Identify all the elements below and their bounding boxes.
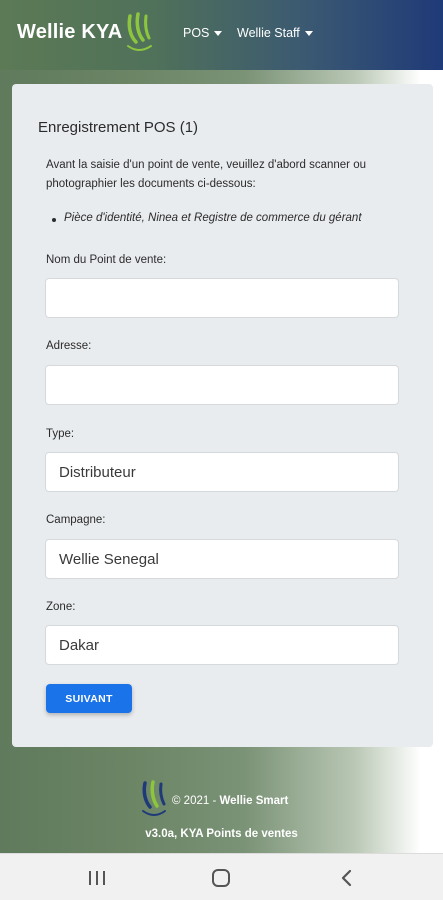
- copyright-text: © 2021 - Wellie Smart: [172, 795, 288, 807]
- nav-staff-label: Wellie Staff: [237, 26, 300, 40]
- brand-name[interactable]: Wellie KYA: [17, 21, 122, 44]
- registration-card: Enregistrement POS (1) Avant la saisie d…: [12, 84, 433, 747]
- caret-down-icon: [214, 30, 223, 36]
- recent-apps-icon[interactable]: [86, 868, 108, 888]
- version-text: v3.0a, KYA Points de ventes: [145, 828, 298, 840]
- system-navigation-bar: [0, 853, 443, 900]
- back-icon[interactable]: [336, 868, 358, 888]
- address-label: Adresse:: [46, 340, 92, 352]
- name-label: Nom du Point de vente:: [46, 254, 167, 266]
- type-label: Type:: [46, 428, 75, 440]
- nav-pos-label: POS: [183, 26, 210, 40]
- wellie-leaf-logo-icon: [127, 12, 152, 51]
- company-name: Wellie Smart: [219, 795, 289, 807]
- home-icon[interactable]: [210, 868, 232, 888]
- nav-pos-dropdown[interactable]: POS: [183, 26, 223, 40]
- top-navbar: Wellie KYA POS Wellie Staff: [0, 0, 443, 70]
- wellie-leaf-logo-icon: [142, 780, 166, 816]
- form-intro: Avant la saisie d'un point de vente, veu…: [46, 159, 367, 190]
- next-button[interactable]: SUIVANT: [46, 684, 132, 713]
- form-title: Enregistrement POS (1): [38, 119, 199, 136]
- document-item: Pièce d'identité, Ninea et Registre de c…: [52, 212, 362, 224]
- campaign-label: Campagne:: [46, 514, 106, 526]
- zone-label: Zone:: [46, 601, 76, 613]
- zone-input[interactable]: [45, 625, 399, 665]
- caret-down-icon: [304, 30, 313, 36]
- address-input[interactable]: [45, 365, 399, 405]
- campaign-input[interactable]: [45, 539, 399, 579]
- nav-staff-dropdown[interactable]: Wellie Staff: [237, 26, 313, 40]
- required-documents-list: Pièce d'identité, Ninea et Registre de c…: [52, 212, 362, 224]
- type-input[interactable]: [45, 452, 399, 492]
- copyright-prefix: © 2021 -: [172, 795, 220, 807]
- pos-name-input[interactable]: [45, 278, 399, 318]
